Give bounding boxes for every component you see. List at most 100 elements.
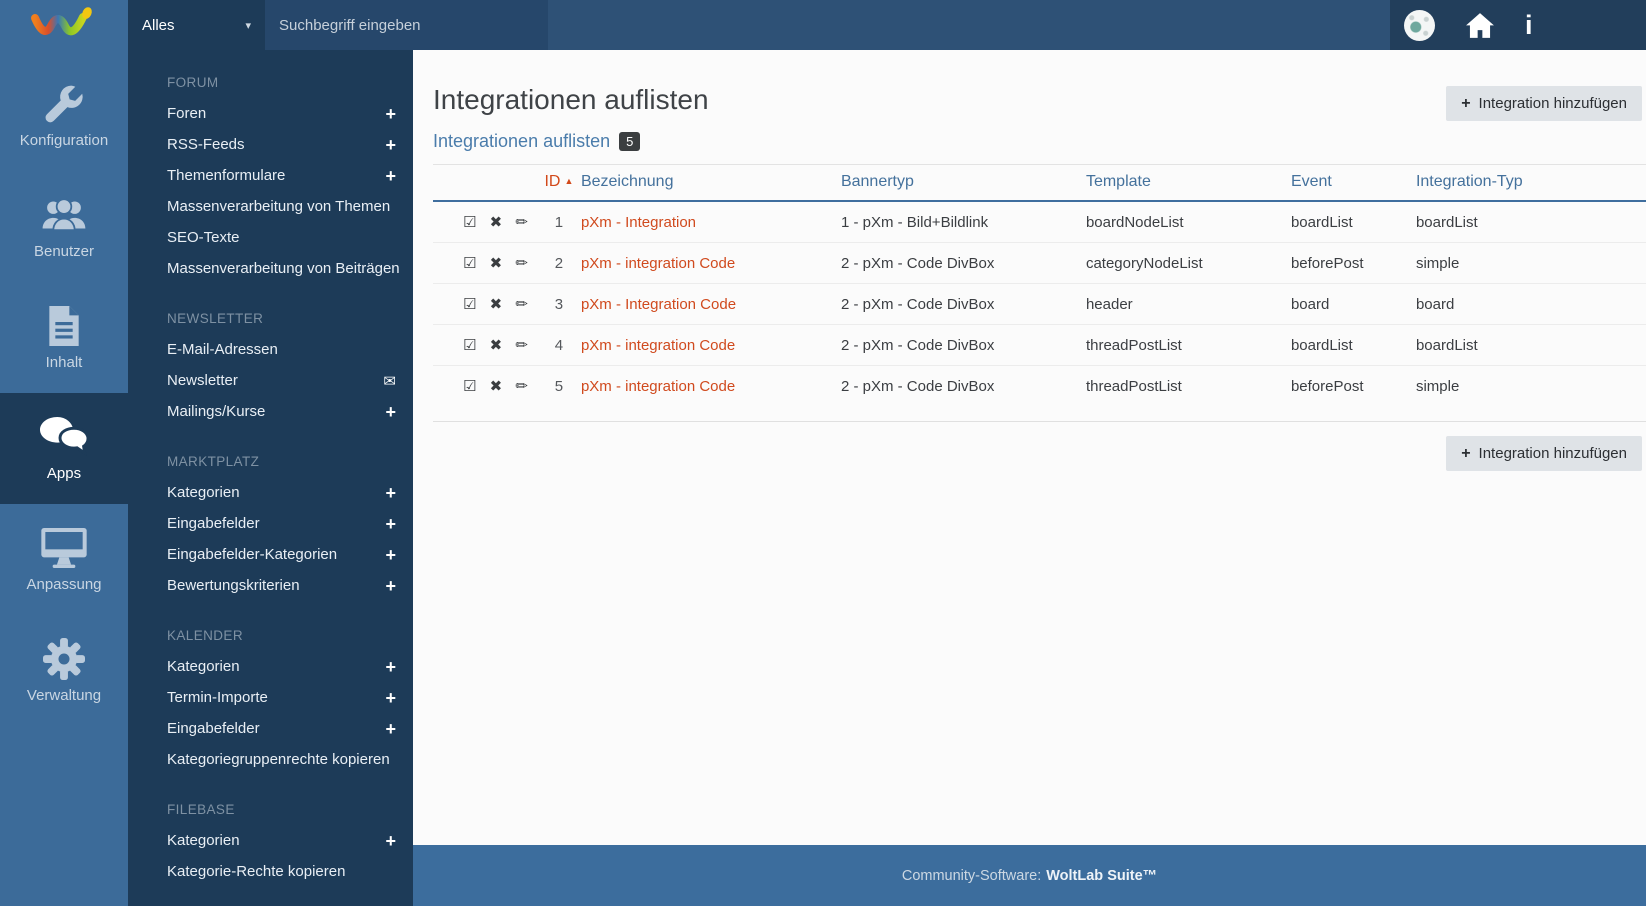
menu-item-eingabefelder-marktplatz[interactable]: Eingabefelder + — [167, 508, 396, 539]
plus-icon[interactable]: + — [385, 484, 396, 502]
toggle-enable-icon[interactable]: ☑ — [463, 296, 476, 313]
menu-item-eingabefelder-kategorien[interactable]: Eingabefelder-Kategorien + — [167, 539, 396, 570]
search-scope-select[interactable]: Alles ▾ — [128, 0, 265, 50]
menu-item-termin-importe[interactable]: Termin-Importe + — [167, 682, 396, 713]
integration-link[interactable]: pXm - Integration Code — [581, 296, 736, 313]
table-header-row: ID▲ Bezeichnung Bannertyp Template Event… — [433, 165, 1646, 202]
home-icon[interactable] — [1465, 12, 1495, 39]
toggle-enable-icon[interactable]: ☑ — [463, 378, 476, 395]
plus-icon[interactable]: + — [385, 577, 396, 595]
add-integration-button-top[interactable]: + Integration hinzufügen — [1446, 86, 1642, 121]
cell-bannertyp: 2 - pXm - Code DivBox — [841, 366, 1086, 407]
toggle-enable-icon[interactable]: ☑ — [463, 337, 476, 354]
plus-icon[interactable]: + — [385, 515, 396, 533]
plus-icon[interactable]: + — [385, 403, 396, 421]
integrations-table: ID▲ Bezeichnung Bannertyp Template Event… — [433, 164, 1646, 406]
sidebar-item-inhalt[interactable]: Inhalt — [0, 282, 128, 393]
integration-link[interactable]: pXm - integration Code — [581, 255, 735, 272]
cell-template: boardNodeList — [1086, 201, 1291, 243]
add-integration-button-bottom[interactable]: + Integration hinzufügen — [1446, 436, 1642, 471]
menu-section-title: FILEBASE — [167, 795, 396, 825]
plus-icon[interactable]: + — [385, 105, 396, 123]
column-template[interactable]: Template — [1086, 165, 1291, 202]
menu-item-massenverarbeitung-themen[interactable]: Massenverarbeitung von Themen — [167, 191, 396, 222]
column-integration-typ[interactable]: Integration-Typ — [1416, 165, 1646, 202]
edit-pencil-icon[interactable]: ✏ — [515, 296, 528, 313]
menu-item-themenformulare[interactable]: Themenformulare + — [167, 160, 396, 191]
table-row: ☑ ✖ ✏ 5 pXm - integration Code 2 - pXm -… — [433, 366, 1646, 407]
plus-icon[interactable]: + — [385, 546, 396, 564]
delete-icon[interactable]: ✖ — [490, 378, 503, 395]
menu-item-newsletter[interactable]: Newsletter ✉ — [167, 365, 396, 396]
menu-item-kategorien-marktplatz[interactable]: Kategorien + — [167, 477, 396, 508]
toggle-enable-icon[interactable]: ☑ — [463, 255, 476, 272]
edit-pencil-icon[interactable]: ✏ — [515, 337, 528, 354]
sidebar-item-konfiguration[interactable]: Konfiguration — [0, 60, 128, 171]
menu-item-foren[interactable]: Foren + — [167, 98, 396, 129]
search-input[interactable] — [265, 17, 548, 34]
menu-item-eingabefelder-kalender[interactable]: Eingabefelder + — [167, 713, 396, 744]
sidebar-item-benutzer[interactable]: Benutzer — [0, 171, 128, 282]
woltlab-logo[interactable] — [0, 0, 128, 50]
menu-item-seo-texte[interactable]: SEO-Texte — [167, 222, 396, 253]
integrations-table-wrap: ID▲ Bezeichnung Bannertyp Template Event… — [433, 164, 1646, 422]
delete-icon[interactable]: ✖ — [490, 337, 503, 354]
menu-item-bewertungskriterien[interactable]: Bewertungskriterien + — [167, 570, 396, 601]
menu-item-kategorien-kalender[interactable]: Kategorien + — [167, 651, 396, 682]
sidebar-item-apps[interactable]: Apps — [0, 393, 128, 504]
toggle-enable-icon[interactable]: ☑ — [463, 214, 476, 231]
sidebar-item-verwaltung[interactable]: Verwaltung — [0, 615, 128, 726]
column-id[interactable]: ID▲ — [537, 165, 581, 202]
plus-icon[interactable]: + — [385, 167, 396, 185]
plus-icon[interactable]: + — [385, 832, 396, 850]
cell-integration-typ: boardList — [1416, 325, 1646, 366]
search-scope-value: Alles — [142, 17, 175, 34]
user-avatar[interactable] — [1404, 10, 1435, 41]
cell-event: beforePost — [1291, 366, 1416, 407]
menu-item-kategorien-filebase[interactable]: Kategorien + — [167, 825, 396, 856]
column-event[interactable]: Event — [1291, 165, 1416, 202]
delete-icon[interactable]: ✖ — [490, 296, 503, 313]
section-title-link[interactable]: Integrationen auflisten — [433, 131, 610, 152]
column-bannertyp[interactable]: Bannertyp — [841, 165, 1086, 202]
plus-icon[interactable]: + — [385, 720, 396, 738]
edit-pencil-icon[interactable]: ✏ — [515, 378, 528, 395]
menu-item-rss-feeds[interactable]: RSS-Feeds + — [167, 129, 396, 160]
sidebar-item-label: Benutzer — [34, 243, 94, 260]
sidebar-item-anpassung[interactable]: Anpassung — [0, 504, 128, 615]
cell-id: 3 — [537, 284, 581, 325]
integration-link[interactable]: pXm - integration Code — [581, 378, 735, 395]
cell-id: 5 — [537, 366, 581, 407]
integration-link[interactable]: pXm - integration Code — [581, 337, 735, 354]
cell-id: 2 — [537, 243, 581, 284]
cell-event: boardList — [1291, 325, 1416, 366]
plus-icon: + — [1461, 95, 1470, 113]
user-panel: i — [1390, 0, 1646, 50]
cell-integration-typ: boardList — [1416, 201, 1646, 243]
edit-pencil-icon[interactable]: ✏ — [515, 214, 528, 231]
plus-icon[interactable]: + — [385, 689, 396, 707]
plus-icon[interactable]: + — [385, 136, 396, 154]
plus-icon[interactable]: + — [385, 658, 396, 676]
table-row: ☑ ✖ ✏ 4 pXm - integration Code 2 - pXm -… — [433, 325, 1646, 366]
cell-id: 1 — [537, 201, 581, 243]
cell-template: categoryNodeList — [1086, 243, 1291, 284]
delete-icon[interactable]: ✖ — [490, 255, 503, 272]
sidebar-item-label: Apps — [47, 465, 81, 482]
cell-bannertyp: 1 - pXm - Bild+Bildlink — [841, 201, 1086, 243]
menu-item-massenverarbeitung-beitraege[interactable]: Massenverarbeitung von Beiträgen — [167, 253, 396, 284]
cell-bannertyp: 2 - pXm - Code DivBox — [841, 284, 1086, 325]
delete-icon[interactable]: ✖ — [490, 214, 503, 231]
edit-pencil-icon[interactable]: ✏ — [515, 255, 528, 272]
sidebar: Konfiguration Benutzer — [0, 50, 128, 906]
menu-item-kategorie-rechte[interactable]: Kategorie-Rechte kopieren — [167, 856, 396, 887]
cell-template: header — [1086, 284, 1291, 325]
integration-link[interactable]: pXm - Integration — [581, 214, 696, 231]
menu-item-mailings-kurse[interactable]: Mailings/Kurse + — [167, 396, 396, 427]
column-bezeichnung[interactable]: Bezeichnung — [581, 165, 841, 202]
menu-item-kategoriegruppenrechte[interactable]: Kategoriegruppenrechte kopieren — [167, 744, 396, 775]
info-icon[interactable]: i — [1525, 12, 1533, 39]
menu-item-email-adressen[interactable]: E-Mail-Adressen — [167, 334, 396, 365]
envelope-icon[interactable]: ✉ — [383, 372, 396, 390]
main-content: Integrationen auflisten + Integration hi… — [413, 50, 1646, 845]
